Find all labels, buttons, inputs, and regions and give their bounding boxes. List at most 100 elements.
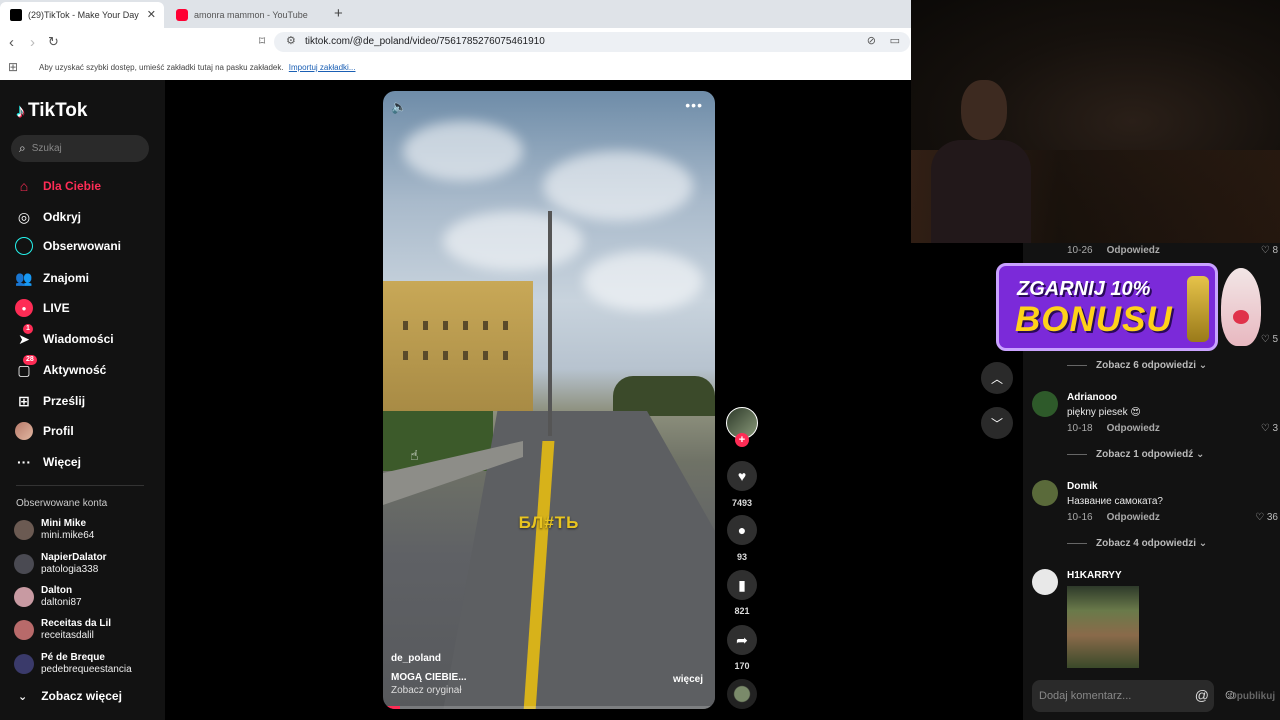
comment-likes[interactable]: ♡ 5 [1261,334,1278,345]
reply-button[interactable]: Odpowiedz [1107,423,1160,434]
screen-icon[interactable]: ▭ [890,34,900,47]
compass-icon: ◎ [17,208,31,225]
friends-icon: 👥 [15,269,33,286]
mention-icon[interactable]: @ [1195,687,1209,703]
home-icon: ⌂ [19,178,29,194]
sidebar-item-live[interactable]: ● LIVE [15,299,70,317]
comment-likes[interactable]: ♡ 3 [1261,423,1278,434]
banner-line-2: BONUSU [1015,300,1173,339]
comment-likes[interactable]: ♡ 36 [1255,512,1278,523]
previous-video-button[interactable]: ︿ [981,362,1013,394]
comment-button[interactable]: ● [727,515,757,545]
account-handle: mini.mike64 [41,530,95,541]
like-button[interactable]: ♥ [727,461,757,491]
sidebar-item-following[interactable]: Obserwowani [15,237,121,255]
tiktok-logo[interactable]: ♪ TikTok [16,100,87,122]
avatar [14,654,34,674]
video-author[interactable]: de_poland [391,652,467,665]
avatar[interactable] [1032,391,1058,417]
sidebar-item-label: Obserwowani [43,239,122,253]
comment-user[interactable]: Adrianooo [1067,392,1117,403]
reload-icon[interactable]: ↻ [48,34,59,50]
url-field[interactable]: ⚙ tiktok.com/@de_poland/video/7561785276… [274,32,910,52]
sidebar-item-activity[interactable]: ▢ 28 Aktywność [15,355,107,379]
tab-title: amonra mammon - YouTube [194,10,308,20]
comment-user[interactable]: Domik [1067,481,1098,492]
sidebar-item-upload[interactable]: ⊞ Prześlij [15,392,85,410]
banner-line-1: ZGARNIJ 10% [1017,278,1151,300]
video-cloud [443,211,583,271]
url-text: tiktok.com/@de_poland/video/756178527607… [305,36,545,47]
sidebar-item-explore[interactable]: ◎ Odkryj [15,208,81,226]
next-video-button[interactable]: ﹀ [981,407,1013,439]
comment-meta: 10-18 Odpowiedz [1067,423,1160,434]
search-input[interactable]: ⌕ Szukaj [11,135,149,162]
share-button[interactable]: ➦ [727,625,757,655]
import-bookmarks-link[interactable]: Importuj zakładki... [289,63,356,72]
youtube-favicon-icon [176,9,188,21]
sidebar-item-for-you[interactable]: ⌂ Dla Ciebie [15,177,101,195]
video-overlay-text: БЛ#ТЬ [518,513,580,532]
tab-tiktok[interactable]: (29)TikTok - Make Your Day ✕ [0,2,164,28]
following-account[interactable]: Receitas da Lil receitasdalil [14,618,111,642]
account-handle: receitasdalil [41,630,94,641]
comment-likes[interactable]: ♡ 8 [1261,245,1278,256]
bonus-ad-banner[interactable]: ZGARNIJ 10% BONUSU [996,263,1218,351]
site-settings-icon[interactable]: ⚙ [286,34,296,47]
sidebar-item-friends[interactable]: 👥 Znajomi [15,269,89,287]
forward-icon[interactable]: › [30,34,35,51]
chevron-down-icon: ⌄ [1196,449,1205,460]
apps-grid-icon[interactable]: ⊞ [8,60,18,74]
save-button[interactable]: ▮ [727,570,757,600]
music-disc-icon[interactable] [727,679,757,709]
volume-icon[interactable]: 🔈 [391,99,407,115]
save-count: 821 [734,606,750,616]
view-replies-button[interactable]: Zobacz 6 odpowiedzi ⌄ [1067,360,1207,371]
tab-youtube[interactable]: amonra mammon - YouTube [166,2,326,28]
video-progress-bar[interactable] [383,706,715,709]
following-account[interactable]: Dalton daltoni87 [14,585,82,609]
sidebar-item-more[interactable]: ··· Więcej [15,453,81,471]
upload-icon: ⊞ [18,392,30,409]
chevron-down-icon: ⌄ [1198,360,1208,371]
publish-button[interactable]: Opublikuj [1229,691,1275,702]
comment-input-placeholder: Dodaj komentarz... [1039,690,1132,702]
comment-input[interactable]: Dodaj komentarz... @ ☺ [1032,680,1237,712]
reply-button[interactable]: Odpowiedz [1107,512,1160,523]
comment-image[interactable] [1067,586,1139,668]
sidebar-item-messages[interactable]: ➤ 1 Wiadomości [15,324,114,348]
following-account[interactable]: NapierDalator patologia338 [14,552,107,576]
messages-badge: 1 [23,324,33,334]
video-progress-fill [383,706,400,709]
more-options-icon[interactable]: ••• [685,97,703,113]
comment-date: 10-26 [1067,245,1093,256]
chevron-down-icon: ⌄ [18,690,28,703]
avatar[interactable] [1032,569,1058,595]
reply-button[interactable]: Odpowiedz [1107,245,1160,256]
bookmark-icon[interactable]: ⌑ [259,34,265,48]
follow-plus-icon[interactable]: + [735,433,749,447]
see-more-button[interactable]: ⌄ Zobacz więcej [18,689,122,703]
sidebar-item-label: Aktywność [43,363,107,377]
view-replies-button[interactable]: Zobacz 4 odpowiedzi ⌄ [1067,538,1207,549]
cast-off-icon[interactable]: ⊘ [867,34,876,47]
following-account[interactable]: Pé de Breque pedebrequeestancia [14,652,132,676]
view-replies-button[interactable]: Zobacz 1 odpowiedź ⌄ [1067,449,1204,460]
account-handle: pedebrequeestancia [41,664,132,675]
comment-user[interactable]: H1KARRYY [1067,570,1122,581]
video-sound-link[interactable]: Zobacz oryginał [391,684,467,697]
new-tab-button[interactable]: + [334,5,343,22]
following-accounts-title: Obserwowane konta [16,498,108,509]
avatar[interactable] [1032,480,1058,506]
sidebar-item-profile[interactable]: Profil [15,422,74,440]
following-account[interactable]: Mini Mike mini.mike64 [14,518,94,542]
caption-more-button[interactable]: więcej [673,674,703,685]
account-name: NapierDalator [41,552,107,563]
video-player[interactable]: 🔈 ••• БЛ#ТЬ de_poland MOGĄ CIEBIE... Zob… [383,91,715,709]
bookmarks-hint: Aby uzyskać szybki dostęp, umieść zakład… [39,63,284,72]
avatar [14,587,34,607]
close-tab-icon[interactable]: ✕ [147,8,156,21]
back-icon[interactable]: ‹ [9,34,14,51]
tab-strip: (29)TikTok - Make Your Day ✕ amonra mamm… [0,0,911,28]
bookmarks-bar: ⊞ Aby uzyskać szybki dostęp, umieść zakł… [0,56,911,80]
